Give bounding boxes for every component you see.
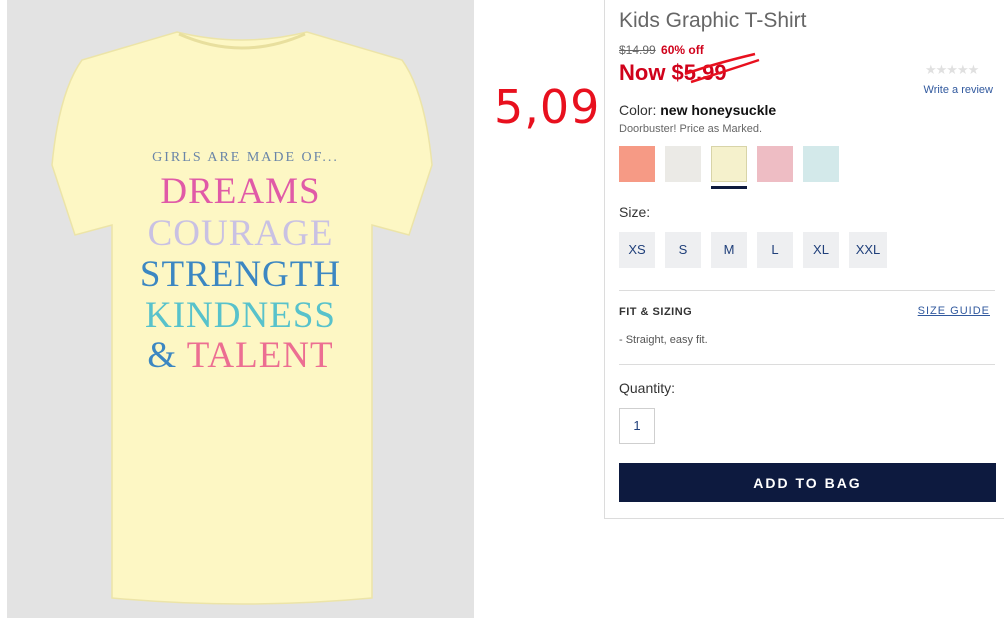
product-details-panel: Kids Graphic T-Shirt $14.99 60% off Now … <box>604 0 1004 519</box>
product-image: GIRLS ARE MADE OF... DREAMS COURAGE STRE… <box>7 0 474 618</box>
shirt-text-dreams: DREAMS <box>160 171 321 212</box>
divider <box>619 290 995 291</box>
selected-swatch-indicator <box>711 186 747 189</box>
size-option-s[interactable]: S <box>665 232 701 268</box>
price-strikethrough-mark <box>684 52 760 84</box>
size-option-xs[interactable]: XS <box>619 232 655 268</box>
fit-sizing-heading[interactable]: FIT & SIZING <box>619 306 692 318</box>
shirt-text-strength: STRENGTH <box>139 254 342 295</box>
shirt-text-ampersand: & <box>147 335 178 376</box>
size-guide-link[interactable]: SIZE GUIDE <box>918 305 990 317</box>
size-option-m[interactable]: M <box>711 232 747 268</box>
color-label: Color: <box>619 102 657 118</box>
divider <box>619 364 995 365</box>
write-review-link[interactable]: Write a review <box>924 84 993 96</box>
shirt-text-talent: TALENT <box>186 335 334 376</box>
color-swatch-selected[interactable] <box>711 146 747 182</box>
color-swatch[interactable] <box>757 146 793 182</box>
add-to-bag-button[interactable]: ADD TO BAG <box>619 463 996 502</box>
product-title: Kids Graphic T-Shirt <box>619 9 807 32</box>
size-option-l[interactable]: L <box>757 232 793 268</box>
shirt-text-girls: GIRLS ARE MADE OF... <box>152 150 339 165</box>
size-option-xl[interactable]: XL <box>803 232 839 268</box>
rating-stars-icon: ★★★★★ <box>925 62 979 77</box>
fit-description: - Straight, easy fit. <box>619 334 708 346</box>
doorbuster-note: Doorbuster! Price as Marked. <box>619 123 763 135</box>
shirt-text-courage: COURAGE <box>147 213 334 254</box>
color-value: new honeysuckle <box>660 102 777 118</box>
color-swatch[interactable] <box>619 146 655 182</box>
shirt-text-talent-line: & TALENT <box>7 334 474 377</box>
size-label: Size: <box>619 204 651 220</box>
quantity-label: Quantity: <box>619 380 676 396</box>
color-swatch[interactable] <box>665 146 701 182</box>
price-annotation: 5,09 <box>494 80 601 134</box>
quantity-input[interactable]: 1 <box>619 408 655 444</box>
color-row: Color: new honeysuckle <box>619 102 776 118</box>
shirt-text-kindness: KINDNESS <box>145 295 336 336</box>
color-swatch[interactable] <box>803 146 839 182</box>
size-option-xxl[interactable]: XXL <box>849 232 887 268</box>
original-price: $14.99 <box>619 43 656 57</box>
